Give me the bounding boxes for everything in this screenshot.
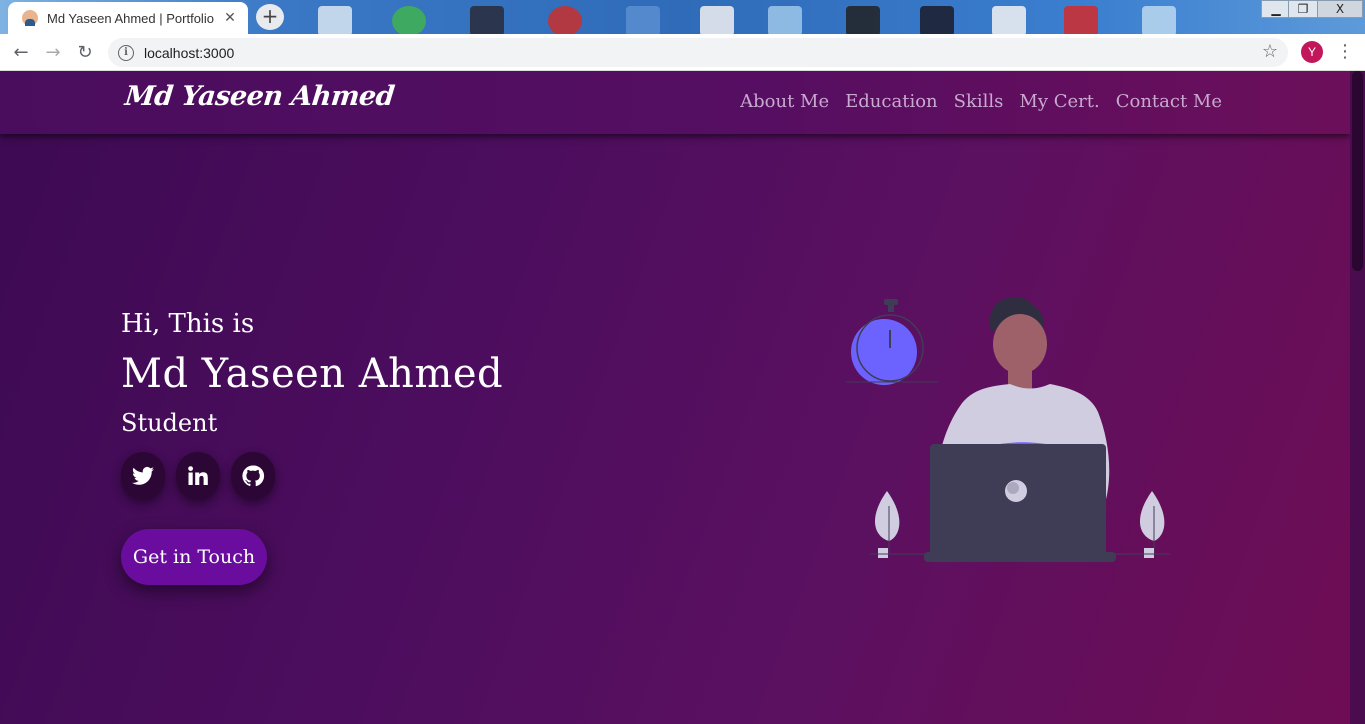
twitter-link[interactable] [121, 452, 165, 500]
reload-icon[interactable]: ↻ [73, 41, 97, 65]
minimize-window-button[interactable]: ▁ [1261, 0, 1291, 18]
desktop-icon [1142, 6, 1176, 34]
close-tab-icon[interactable]: ✕ [222, 10, 238, 26]
desktop-icon [992, 6, 1026, 34]
desktop-icon [318, 6, 352, 34]
github-link[interactable] [231, 452, 275, 500]
scrollbar-thumb[interactable] [1352, 71, 1363, 271]
plant-icon [874, 491, 900, 558]
new-tab-button[interactable]: + [256, 4, 284, 30]
desktop-icon [920, 6, 954, 34]
site-navbar: Md Yaseen Ahmed About Me Education Skill… [0, 71, 1350, 134]
browser-tab-strip: Md Yaseen Ahmed | Portfolio ✕ + ▁ ❐ X [0, 0, 1365, 34]
restore-window-button[interactable]: ❐ [1288, 0, 1318, 18]
address-bar[interactable]: i localhost:3000 ☆ [108, 38, 1288, 67]
nav-link-about[interactable]: About Me [740, 91, 829, 112]
desktop-icon [768, 6, 802, 34]
browser-tab[interactable]: Md Yaseen Ahmed | Portfolio ✕ [8, 2, 248, 34]
github-icon [242, 465, 265, 487]
forward-icon[interactable]: → [41, 41, 65, 65]
page-scrollbar[interactable] [1350, 71, 1365, 724]
plant-icon [1139, 491, 1165, 558]
portfolio-page: Md Yaseen Ahmed About Me Education Skill… [0, 71, 1350, 724]
desktop-icon [470, 6, 504, 34]
desktop-icon [846, 6, 880, 34]
back-icon[interactable]: ← [9, 41, 33, 65]
social-links [121, 452, 275, 500]
nav-link-contact[interactable]: Contact Me [1116, 91, 1222, 112]
developer-illustration [846, 296, 1170, 562]
hero-role: Student [121, 409, 218, 437]
desktop-icon [392, 6, 426, 34]
nav-links: About Me Education Skills My Cert. Conta… [740, 91, 1222, 112]
browser-toolbar: ← → ↻ i localhost:3000 ☆ Y ⋮ [0, 34, 1365, 71]
nav-link-education[interactable]: Education [845, 91, 938, 112]
linkedin-icon [188, 466, 208, 485]
hero-name: Md Yaseen Ahmed [121, 351, 504, 397]
linkedin-link[interactable] [176, 452, 220, 500]
twitter-icon [132, 466, 154, 485]
url-text[interactable]: localhost:3000 [144, 45, 234, 61]
get-in-touch-button[interactable]: Get in Touch [121, 529, 267, 585]
browser-menu-icon[interactable]: ⋮ [1336, 41, 1354, 63]
hero-greeting: Hi, This is [121, 309, 255, 339]
profile-avatar[interactable]: Y [1301, 41, 1323, 63]
favicon-icon [22, 10, 38, 26]
desktop-icon [626, 6, 660, 34]
nav-link-skills[interactable]: Skills [954, 91, 1004, 112]
stopwatch-icon [846, 299, 938, 385]
tab-title: Md Yaseen Ahmed | Portfolio [47, 10, 214, 26]
site-brand[interactable]: Md Yaseen Ahmed [123, 81, 395, 112]
desktop-icon [1064, 6, 1098, 34]
close-window-button[interactable]: X [1317, 0, 1363, 18]
nav-link-certificates[interactable]: My Cert. [1019, 91, 1099, 112]
bookmark-star-icon[interactable]: ☆ [1262, 41, 1278, 62]
desktop-icon [548, 6, 582, 34]
site-info-icon[interactable]: i [118, 44, 134, 61]
desktop-icon [700, 6, 734, 34]
